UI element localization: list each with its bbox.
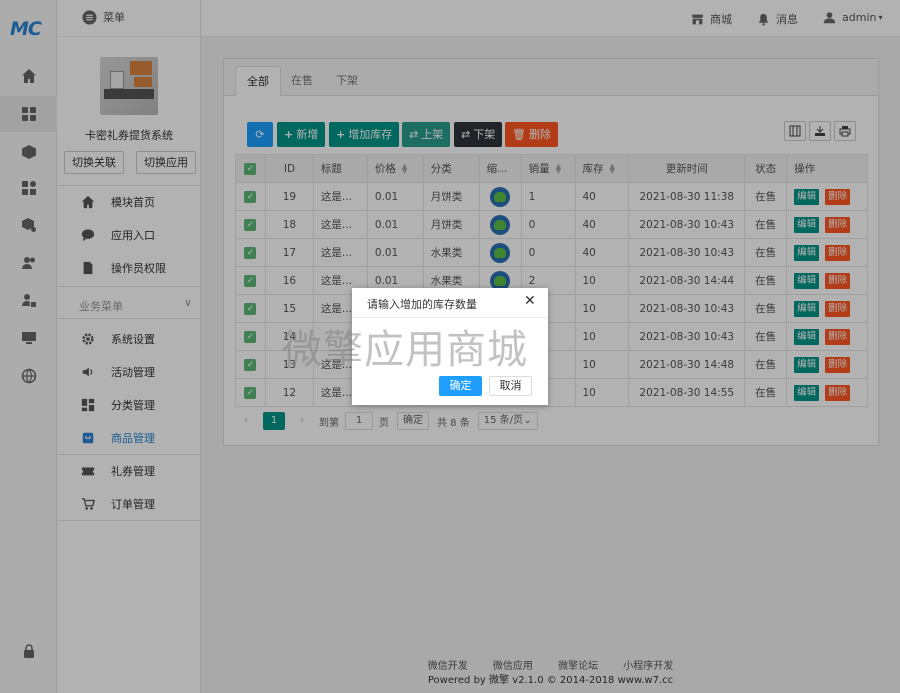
cancel-button[interactable]: 取消 xyxy=(489,376,532,396)
dialog-title: 请输入增加的库存数量 xyxy=(367,298,477,311)
confirm-button[interactable]: 确定 xyxy=(439,376,482,396)
watermark: 微擎应用商城 xyxy=(282,327,528,373)
close-icon[interactable]: ✕ xyxy=(524,293,536,309)
